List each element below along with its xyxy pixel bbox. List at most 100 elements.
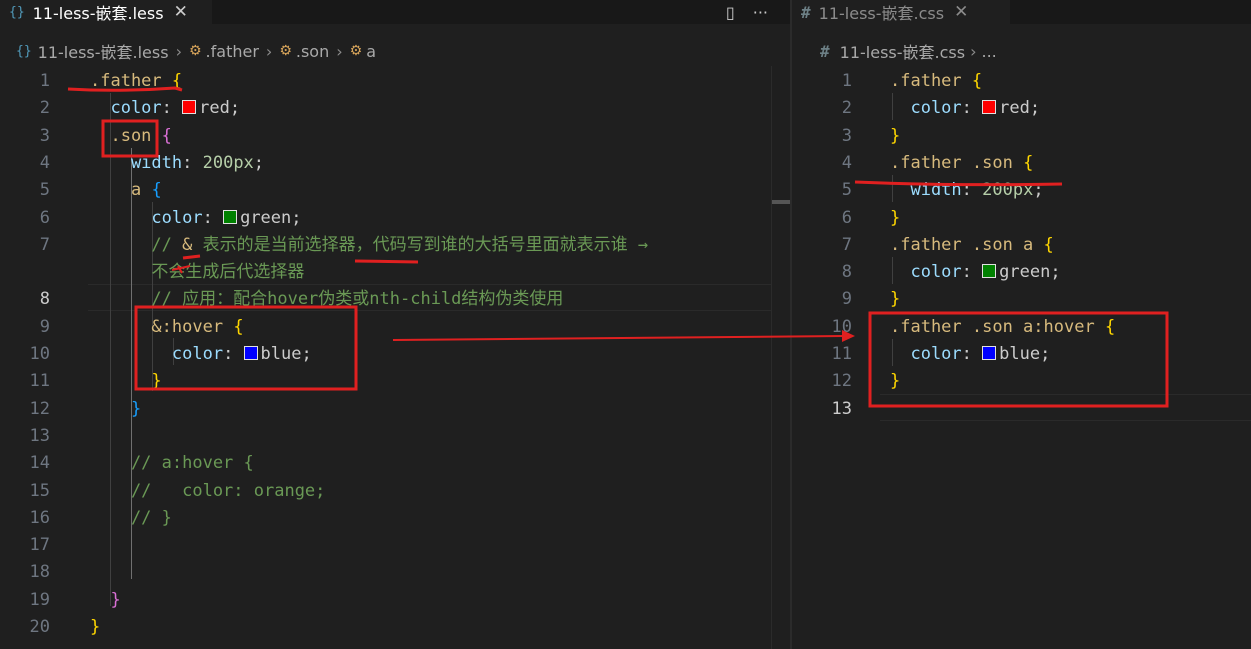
color-swatch-icon[interactable] (243, 346, 258, 360)
code-line[interactable]: 11 } (0, 368, 790, 395)
code-token: { (1104, 316, 1116, 337)
code-line[interactable]: 20} (0, 614, 790, 641)
code-text: 不会生成后代选择器 (90, 259, 304, 286)
line-number: 11 (831, 344, 852, 364)
line-number: 10 (29, 344, 50, 364)
close-icon[interactable]: ✕ (954, 2, 968, 22)
code-line[interactable]: 5 a { (0, 177, 790, 204)
code-line[interactable]: 6} (792, 205, 1251, 232)
editor-toolbar: ▯ ··· (726, 0, 768, 24)
less-file-icon: {} (16, 43, 32, 59)
code-text: // a:hover { (90, 450, 254, 477)
more-actions-icon[interactable]: ··· (753, 3, 768, 22)
breadcrumb-item-a[interactable]: a (366, 42, 376, 61)
breadcrumb-item-son[interactable]: .son (296, 42, 329, 61)
close-icon[interactable]: ✕ (174, 2, 188, 22)
code-text: } (890, 123, 900, 150)
code-line[interactable]: 12} (792, 368, 1251, 395)
color-swatch-icon[interactable] (982, 264, 997, 279)
code-line[interactable]: 7 // & 表示的是当前选择器，代码写到谁的大括号里面就表示谁 → (0, 232, 790, 259)
code-line[interactable]: 2 color: red; (0, 95, 790, 122)
color-swatch-icon[interactable] (182, 100, 197, 115)
code-line[interactable]: 4 .father .son { (792, 150, 1251, 177)
code-token: { (1043, 234, 1054, 255)
code-token: 不会生成后代选择器 (90, 262, 305, 283)
symbol-icon: ⚙ (279, 43, 292, 59)
breadcrumb-item-father[interactable]: .father (206, 42, 259, 61)
code-line[interactable]: 8 // 应用：配合hover伪类或nth-child结构伪类使用 (0, 286, 790, 313)
code-line[interactable]: 3} (792, 123, 1251, 150)
code-line[interactable]: 9 &:hover { (0, 314, 790, 341)
code-text: color: red; (90, 95, 240, 122)
code-line[interactable]: 8 color: green; (792, 259, 1251, 286)
code-line[interactable]: 2 color: red; (792, 95, 1251, 122)
code-line[interactable]: 16 // } (0, 505, 790, 532)
code-text: color: green; (90, 205, 301, 232)
code-text: // } (90, 505, 172, 532)
code-token: red (199, 98, 230, 119)
code-line[interactable]: 1 .father { (792, 68, 1251, 95)
css-file-icon: # (801, 2, 811, 22)
code-line[interactable]: 15 // color: orange; (0, 478, 790, 505)
code-line[interactable]: 17 (0, 532, 790, 559)
line-number: 14 (29, 453, 50, 474)
code-line[interactable]: 13 (0, 423, 790, 450)
code-line[interactable]: 14 // a:hover { (0, 450, 790, 477)
code-token: // color: orange; (90, 480, 326, 501)
chevron-right-icon: › (970, 41, 977, 61)
code-line[interactable]: 13 (792, 396, 1251, 423)
tab-css-file[interactable]: # 11-less-嵌套.css ✕ (792, 0, 1010, 24)
line-number: 6 (841, 207, 852, 228)
code-token: } (90, 371, 162, 392)
breadcrumb: {} 11-less-嵌套.less › ⚙ .father › ⚙ .son … (16, 39, 376, 63)
code-token: a (90, 180, 142, 201)
code-token: & (182, 234, 193, 255)
code-line[interactable]: 4 width: 200px; (0, 150, 790, 177)
code-line[interactable]: 11 color: blue; (792, 341, 1251, 368)
code-line[interactable]: 7 .father .son a { (792, 232, 1251, 259)
line-number: 12 (29, 398, 50, 419)
code-line[interactable]: 5 width: 200px; (792, 177, 1251, 204)
color-swatch-icon[interactable] (982, 100, 997, 115)
breadcrumb-file[interactable]: 11-less-嵌套.less (38, 39, 169, 63)
line-number: 20 (29, 617, 50, 637)
css-editor-pane: # 11-less-嵌套.css ✕ # 11-less-嵌套.css › ..… (792, 0, 1251, 649)
color-swatch-icon[interactable] (223, 209, 238, 224)
line-number: 15 (29, 480, 50, 501)
tab-bar: {} 11-less-嵌套.less ✕ ▯ ··· (0, 0, 790, 24)
code-line[interactable]: 10 color: blue; (0, 341, 790, 368)
symbol-icon: ⚙ (188, 43, 202, 59)
code-token: : (961, 180, 983, 201)
code-line[interactable]: 9} (792, 286, 1251, 313)
code-token: width (90, 152, 183, 173)
code-line[interactable]: 不会生成后代选择器 (0, 259, 790, 286)
scrollbar-thumb[interactable] (772, 200, 790, 204)
line-number: 4 (841, 152, 852, 173)
split-editor-icon[interactable]: ▯ (726, 3, 735, 22)
line-number: 8 (39, 289, 50, 310)
code-line[interactable]: 3 .son { (0, 123, 790, 150)
code-line[interactable]: 10 .father .son a:hover { (792, 314, 1251, 341)
code-line[interactable]: 18 (0, 559, 790, 586)
code-line[interactable]: 6 color: green; (0, 205, 790, 232)
line-number: 2 (841, 98, 852, 119)
code-line[interactable]: 19 } (0, 587, 790, 614)
code-token: { (161, 125, 172, 146)
code-line[interactable]: 12 } (0, 396, 790, 423)
code-editor[interactable]: 1 .father {2 color: red; 3 .son {4 width: … (0, 66, 790, 649)
code-text: color: green; (890, 259, 1060, 286)
breadcrumb-file[interactable]: 11-less-嵌套.css (840, 39, 965, 63)
tab-less-file[interactable]: {} 11-less-嵌套.less ✕ (0, 0, 212, 24)
breadcrumb-more[interactable]: ... (981, 42, 996, 61)
code-token: } (890, 289, 901, 310)
symbol-icon: ⚙ (349, 43, 363, 59)
code-token: { (151, 180, 162, 201)
vertical-scrollbar[interactable] (771, 66, 790, 649)
color-swatch-icon[interactable] (982, 346, 997, 360)
code-line[interactable]: 1 .father { (0, 68, 790, 95)
code-editor[interactable]: 1 .father {2 color: red; 3} 4 .father .son {… (792, 66, 1251, 649)
